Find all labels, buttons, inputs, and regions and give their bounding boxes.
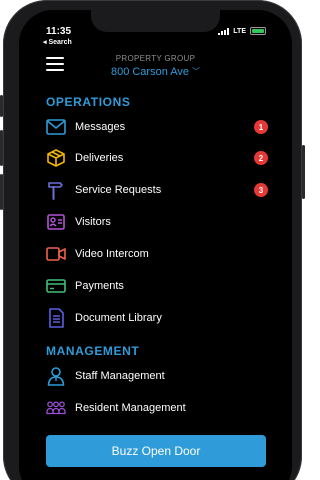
signal-icon — [218, 27, 230, 35]
staff-icon — [46, 366, 66, 386]
document-icon — [46, 308, 66, 328]
status-time: 11:35 — [46, 26, 72, 37]
operations-section-title: OPERATIONS — [46, 95, 131, 109]
hammer-icon — [46, 180, 66, 200]
service-requests-count-badge: 3 — [254, 183, 268, 197]
menu-item-staff-management[interactable]: Staff Management — [46, 364, 268, 388]
menu-item-label: Resident Management — [75, 402, 186, 414]
phone-power-button — [302, 145, 305, 199]
management-section-title: MANAGEMENT — [46, 344, 140, 358]
menu-item-label: Video Intercom — [75, 248, 149, 260]
residents-icon — [46, 398, 66, 418]
phone-screen: 11:35 ◂ Search LTE PROPERTY GROUP 800 Ca… — [19, 10, 292, 480]
menu-item-label: Document Library — [75, 312, 162, 324]
deliveries-count-badge: 2 — [254, 151, 268, 165]
messages-count-badge: 1 — [254, 120, 268, 134]
menu-item-service-requests[interactable]: Service Requests 3 — [46, 178, 268, 202]
property-name: 800 Carson Ave — [110, 66, 190, 78]
menu-item-label: Messages — [75, 121, 126, 133]
package-icon — [46, 148, 66, 168]
menu-item-document-library[interactable]: Document Library — [46, 306, 268, 330]
envelope-icon — [46, 117, 66, 137]
menu-item-label: Payments — [75, 280, 124, 292]
menu-item-video-intercom[interactable]: Video Intercom — [46, 242, 268, 266]
battery-icon — [250, 27, 266, 35]
status-indicators: LTE — [218, 27, 266, 35]
menu-item-label: Deliveries — [75, 152, 124, 164]
credit-card-icon — [46, 276, 66, 296]
menu-item-visitors[interactable]: Visitors — [46, 210, 268, 234]
network-type: LTE — [233, 27, 246, 35]
menu-item-messages[interactable]: Messages 1 — [46, 115, 268, 139]
chevron-down-icon: ﹀ — [192, 67, 201, 76]
menu-item-deliveries[interactable]: Deliveries 2 — [46, 146, 268, 170]
property-selector[interactable]: 800 Carson Ave ﹀ — [19, 66, 292, 78]
menu-item-label: Service Requests — [75, 184, 162, 196]
menu-item-label: Visitors — [75, 216, 111, 228]
phone-volume-up-button — [0, 130, 3, 166]
back-to-search-link[interactable]: ◂ Search — [43, 38, 72, 46]
buzz-open-door-button[interactable]: Buzz Open Door — [46, 435, 266, 467]
property-group-label: PROPERTY GROUP — [115, 54, 196, 63]
menu-item-payments[interactable]: Payments — [46, 274, 268, 298]
id-card-icon — [46, 212, 66, 232]
menu-item-resident-management[interactable]: Resident Management — [46, 396, 268, 420]
video-camera-icon — [46, 244, 66, 264]
notch — [91, 10, 220, 32]
menu-item-label: Staff Management — [75, 370, 165, 382]
phone-side-button — [0, 95, 3, 117]
phone-volume-down-button — [0, 174, 3, 210]
phone-frame: 11:35 ◂ Search LTE PROPERTY GROUP 800 Ca… — [0, 0, 305, 480]
